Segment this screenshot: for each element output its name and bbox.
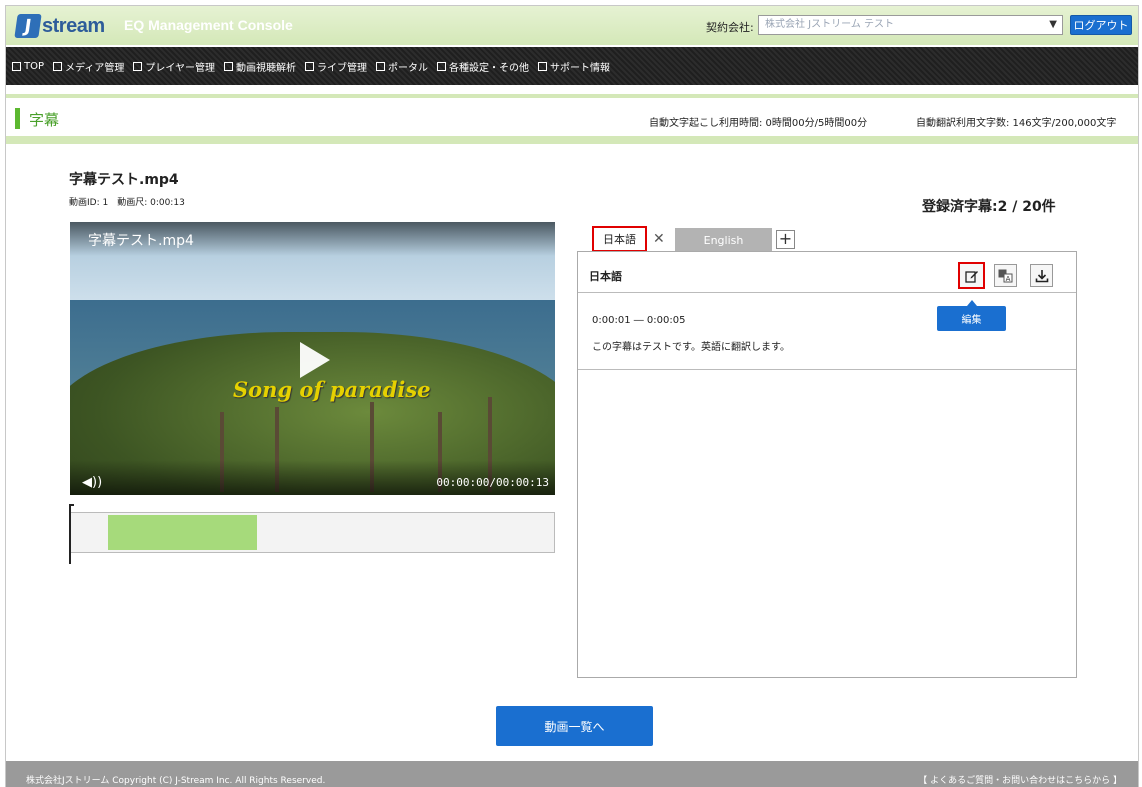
subtitle-count: 登録済字幕:2 / 20件: [922, 199, 1056, 215]
video-player[interactable]: 字幕テスト.mp4 Song of paradise ◀)) 00:00:00/…: [70, 222, 555, 495]
translate-button[interactable]: A: [994, 264, 1017, 287]
contract-select[interactable]: 株式会社 Jストリーム テスト ▼: [758, 15, 1063, 35]
add-language-button[interactable]: +: [776, 230, 795, 249]
edit-icon: [964, 270, 978, 283]
back-to-video-list-button[interactable]: 動画一覧へ: [496, 706, 653, 746]
logo-text: stream: [42, 14, 105, 37]
chevron-down-icon: ▼: [1049, 19, 1057, 30]
checkbox-icon: [12, 61, 21, 71]
nav-item-portal[interactable]: ポータル: [376, 59, 428, 74]
nav-item-support[interactable]: サポート情報: [538, 59, 610, 74]
logo-mark: J: [14, 14, 42, 38]
nav-item-player[interactable]: プレイヤー管理: [133, 59, 215, 74]
main-nav: TOP メディア管理 プレイヤー管理 動画視聴解析 ライブ管理 ポータル 各種設…: [6, 47, 1138, 85]
app-frame: J stream EQ Management Console 契約会社: 株式会…: [5, 5, 1139, 787]
page-titlebar: 字幕 自動文字起こし利用時間: 0時間00分/5時間00分 自動翻訳利用文字数:…: [6, 94, 1138, 140]
checkbox-icon: [133, 61, 143, 71]
subtitle-timeline[interactable]: [70, 512, 555, 553]
footer: 株式会社Jストリーム Copyright (C) J-Stream Inc. A…: [6, 761, 1138, 787]
checkbox-icon: [437, 61, 447, 71]
jstream-logo[interactable]: J stream: [14, 12, 105, 40]
timeline-playhead[interactable]: [69, 504, 74, 564]
nav-item-media[interactable]: メディア管理: [53, 59, 124, 74]
nav-item-live[interactable]: ライブ管理: [305, 59, 367, 74]
transcription-usage: 自動文字起こし利用時間: 0時間00分/5時間00分: [649, 118, 868, 129]
panel-header: 日本語 A: [578, 252, 1076, 293]
contract-label: 契約会社:: [706, 21, 754, 34]
checkbox-icon: [376, 61, 386, 71]
console-title: EQ Management Console: [124, 17, 293, 33]
subtitle-panel: 日本語 A 編集 0:00:01 ― 0:00:05 この字幕はテストです。英語…: [577, 251, 1077, 678]
panel-language-label: 日本語: [589, 270, 622, 283]
timeline-cue-segment[interactable]: [108, 515, 257, 550]
play-icon[interactable]: [300, 342, 330, 378]
checkbox-icon: [538, 61, 548, 71]
volume-icon[interactable]: ◀)): [82, 475, 102, 490]
tab-japanese[interactable]: 日本語: [592, 226, 647, 252]
download-button[interactable]: [1030, 264, 1053, 287]
nav-item-top[interactable]: TOP: [12, 61, 44, 72]
cue-timecode: 0:00:01 ― 0:00:05: [592, 315, 686, 326]
footer-copyright: 株式会社Jストリーム Copyright (C) J-Stream Inc. A…: [26, 776, 326, 786]
player-time: 00:00:00/00:00:13: [436, 476, 549, 489]
checkbox-icon: [305, 61, 315, 71]
cue-text: この字幕はテストです。英語に翻訳します。: [592, 342, 790, 353]
title-accent-bar: [15, 108, 20, 129]
translation-usage: 自動翻訳利用文字数: 146文字/200,000文字: [916, 118, 1117, 129]
close-icon[interactable]: ✕: [653, 231, 665, 247]
nav-item-settings[interactable]: 各種設定・その他: [437, 59, 529, 74]
checkbox-icon: [224, 61, 234, 71]
download-icon: [1035, 269, 1048, 282]
translate-icon: A: [998, 269, 1013, 283]
video-overlay-text: Song of paradise: [233, 377, 431, 402]
player-title: 字幕テスト.mp4: [88, 233, 194, 249]
footer-faq-link[interactable]: 【 よくあるご質問・お問い合わせはこちらから 】: [918, 773, 1122, 786]
page-title: 字幕: [29, 111, 60, 129]
video-title: 字幕テスト.mp4: [69, 172, 179, 188]
logout-button[interactable]: ログアウト: [1070, 15, 1132, 35]
checkbox-icon: [53, 61, 63, 71]
nav-item-analytics[interactable]: 動画視聴解析: [224, 59, 296, 74]
tab-english[interactable]: English: [675, 228, 772, 253]
header: J stream EQ Management Console 契約会社: 株式会…: [6, 6, 1138, 45]
video-meta: 動画ID: 1 動画尺: 0:00:13: [69, 198, 185, 208]
subtitle-cue[interactable]: 0:00:01 ― 0:00:05 この字幕はテストです。英語に翻訳します。: [578, 293, 1076, 370]
divider: [6, 136, 1138, 144]
edit-button[interactable]: [958, 262, 985, 289]
contract-value: 株式会社 Jストリーム テスト: [765, 19, 895, 30]
svg-text:A: A: [1006, 275, 1011, 283]
